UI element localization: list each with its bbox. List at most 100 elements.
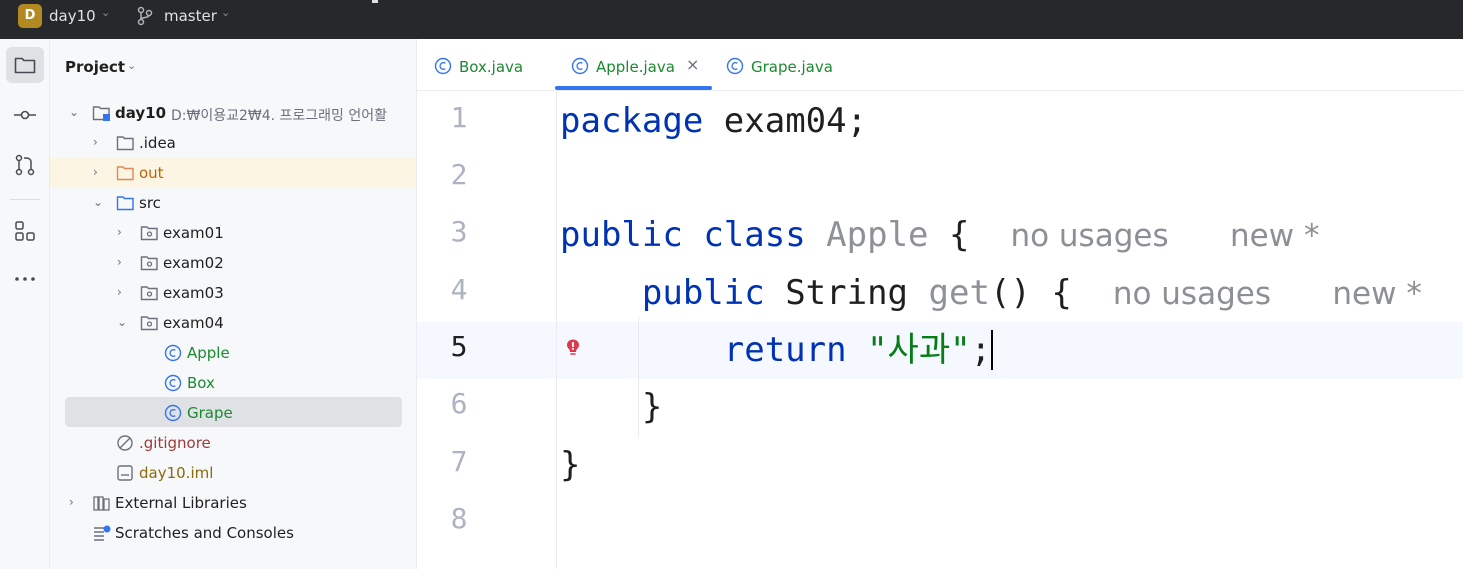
tree-item-exam03[interactable]: › exam03 xyxy=(50,278,416,308)
chevron-down-icon[interactable]: ⌄ xyxy=(117,315,127,329)
tree-item-out[interactable]: › out xyxy=(50,158,416,188)
excluded-folder-icon xyxy=(116,166,134,181)
java-class-icon xyxy=(164,404,182,422)
panel-title[interactable]: Project xyxy=(65,58,125,76)
java-class-icon xyxy=(164,374,182,392)
keyword-public: public xyxy=(641,273,765,313)
line-number: 7 xyxy=(450,445,468,478)
project-panel: Project ⌄ ⌄ day10 D:₩이용교2₩4. 프로그래밍 언어활 ›… xyxy=(50,39,417,569)
keyword-return: return xyxy=(723,330,847,370)
code-line-4: public String get() { no usages new * xyxy=(560,273,1422,314)
method-parens: () xyxy=(989,273,1031,313)
tab-label: Box.java xyxy=(459,58,524,76)
chevron-right-icon[interactable]: › xyxy=(117,225,122,239)
tab-grape-java[interactable]: Grape.java xyxy=(726,39,846,91)
project-folder-icon xyxy=(14,57,36,74)
title-marker xyxy=(372,0,378,3)
project-tool-button[interactable] xyxy=(6,47,44,83)
author-hint[interactable]: new * xyxy=(1332,276,1421,312)
chevron-down-icon[interactable]: ⌄ xyxy=(221,6,230,19)
folder-icon xyxy=(116,136,134,151)
tree-item-label: Apple xyxy=(187,344,230,362)
semicolon: ; xyxy=(970,330,992,370)
tree-item-label: .idea xyxy=(139,134,176,152)
code-editor[interactable]: 1 2 3 4 5 6 7 8 package exam04; public c… xyxy=(417,91,1463,569)
tree-item-label: Box xyxy=(187,374,215,392)
tree-item-exam01[interactable]: › exam01 xyxy=(50,218,416,248)
chevron-down-icon[interactable]: ⌄ xyxy=(101,6,110,19)
gutter-divider xyxy=(556,91,557,569)
tree-item-label: exam01 xyxy=(163,224,224,242)
usages-hint[interactable]: no usages xyxy=(1010,218,1168,254)
line-number: 1 xyxy=(450,101,468,134)
tree-item-grape[interactable]: Grape xyxy=(65,397,402,427)
line-number: 6 xyxy=(450,387,468,420)
tree-item-path: D:₩이용교2₩4. 프로그래밍 언어활 xyxy=(171,108,388,124)
scratches-icon xyxy=(94,525,111,541)
more-tools-button[interactable] xyxy=(6,261,44,297)
chevron-right-icon[interactable]: › xyxy=(93,165,98,179)
class-name: Apple xyxy=(826,215,929,255)
java-class-icon xyxy=(571,57,589,75)
open-brace: { xyxy=(949,215,970,255)
usages-hint[interactable]: no usages xyxy=(1113,276,1271,312)
keyword-class: class xyxy=(703,215,806,255)
tree-item-idea[interactable]: › .idea xyxy=(50,128,416,158)
code-line-6: } xyxy=(560,387,662,427)
tree-item-exam04[interactable]: ⌄ exam04 xyxy=(50,308,416,338)
project-name[interactable]: day10 xyxy=(49,7,96,25)
keyword-package: package xyxy=(560,101,704,141)
author-hint[interactable]: new * xyxy=(1230,218,1319,254)
tab-apple-java[interactable]: Apple.java × xyxy=(571,39,715,91)
type-string: String xyxy=(785,273,909,313)
tree-item-gitignore[interactable]: .gitignore xyxy=(50,428,416,458)
code-line-7: } xyxy=(560,445,580,485)
tree-item-box[interactable]: Box xyxy=(50,368,416,398)
chevron-right-icon[interactable]: › xyxy=(93,135,98,149)
tree-item-label: Grape xyxy=(187,404,233,422)
tree-item-exam02[interactable]: › exam02 xyxy=(50,248,416,278)
tab-label: Grape.java xyxy=(751,58,833,76)
structure-tool-button[interactable] xyxy=(6,213,44,249)
java-class-icon xyxy=(726,57,744,75)
chevron-right-icon[interactable]: › xyxy=(117,285,122,299)
tree-item-label: src xyxy=(139,194,161,212)
commit-tool-button[interactable] xyxy=(6,97,44,133)
chevron-right-icon[interactable]: › xyxy=(117,255,122,269)
tree-item-external-libraries[interactable]: › External Libraries xyxy=(50,488,416,518)
java-class-icon xyxy=(164,344,182,362)
line-number: 2 xyxy=(450,158,468,191)
pull-requests-tool-button[interactable] xyxy=(6,147,44,183)
tree-item-apple[interactable]: Apple xyxy=(50,338,416,368)
tree-item-label: External Libraries xyxy=(115,494,247,512)
close-brace: } xyxy=(560,445,581,485)
chevron-down-icon[interactable]: ⌄ xyxy=(69,105,79,119)
tree-item-label: day10.iml xyxy=(139,464,214,482)
code-line-3: public class Apple { no usages new * xyxy=(560,215,1319,256)
branch-icon xyxy=(137,6,153,26)
ignored-file-icon xyxy=(117,435,133,451)
tree-item-day10[interactable]: ⌄ day10 D:₩이용교2₩4. 프로그래밍 언어활 xyxy=(50,98,416,128)
project-badge[interactable]: D xyxy=(18,4,42,28)
line-number: 3 xyxy=(450,215,468,248)
activity-separator xyxy=(10,199,40,200)
tree-item-iml[interactable]: day10.iml xyxy=(50,458,416,488)
keyword-public: public xyxy=(560,215,683,255)
tab-box-java[interactable]: Box.java xyxy=(434,39,544,91)
line-number: 4 xyxy=(450,273,468,306)
chevron-down-icon[interactable]: ⌄ xyxy=(127,59,136,72)
tree-item-label: exam04 xyxy=(163,314,224,332)
module-file-icon xyxy=(117,465,133,481)
string-literal: "사과" xyxy=(867,330,971,370)
tab-label: Apple.java xyxy=(596,58,675,76)
tree-item-label: exam02 xyxy=(163,254,224,272)
active-tab-indicator xyxy=(555,86,712,90)
close-icon[interactable]: × xyxy=(686,55,699,74)
chevron-right-icon[interactable]: › xyxy=(69,495,74,509)
structure-icon xyxy=(15,221,35,241)
chevron-down-icon[interactable]: ⌄ xyxy=(93,195,103,209)
tree-item-src[interactable]: ⌄ src xyxy=(50,188,416,218)
source-folder-icon xyxy=(116,196,134,211)
branch-name[interactable]: master xyxy=(164,7,217,25)
tree-item-scratches[interactable]: Scratches and Consoles xyxy=(50,518,416,548)
